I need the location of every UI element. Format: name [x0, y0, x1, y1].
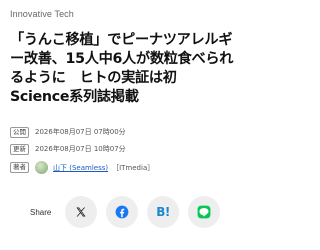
category-label[interactable]: Innovative Tech	[10, 9, 74, 19]
published-date: 2026年08月07日 07時00分	[35, 128, 126, 136]
line-icon	[197, 205, 211, 219]
author-link[interactable]: 山下 (Seamless)	[53, 162, 108, 174]
author-row: 著者 山下 (Seamless) ［ITmedia］	[10, 161, 154, 174]
updated-badge: 更新	[10, 143, 29, 155]
share-facebook-button[interactable]	[106, 196, 138, 228]
share-hatena-button[interactable]: B!	[147, 196, 179, 228]
facebook-icon	[115, 205, 129, 219]
x-logo-icon	[76, 207, 86, 217]
article-title: 「うんこ移植」でピーナツアレルギー改善、15人中6人が数粒食べられるように ヒト…	[10, 32, 234, 105]
hatena-bookmark-icon: B!	[156, 205, 170, 219]
share-line-button[interactable]	[188, 196, 220, 228]
article-header: Innovative Tech 「うんこ移植」でピーナツアレルギー改善、15人中…	[0, 0, 250, 250]
published-badge: 公開	[10, 126, 29, 138]
author-avatar[interactable]	[35, 161, 48, 174]
author-organization: ［ITmedia］	[112, 163, 155, 172]
share-label: Share	[30, 208, 52, 217]
updated-date: 2026年08月07日 10時07分	[35, 145, 126, 153]
updated-row: 更新 2026年08月07日 10時07分	[10, 143, 126, 155]
author-badge: 著者	[10, 162, 29, 173]
published-row: 公開 2026年08月07日 07時00分	[10, 126, 126, 138]
share-x-button[interactable]	[65, 196, 97, 228]
